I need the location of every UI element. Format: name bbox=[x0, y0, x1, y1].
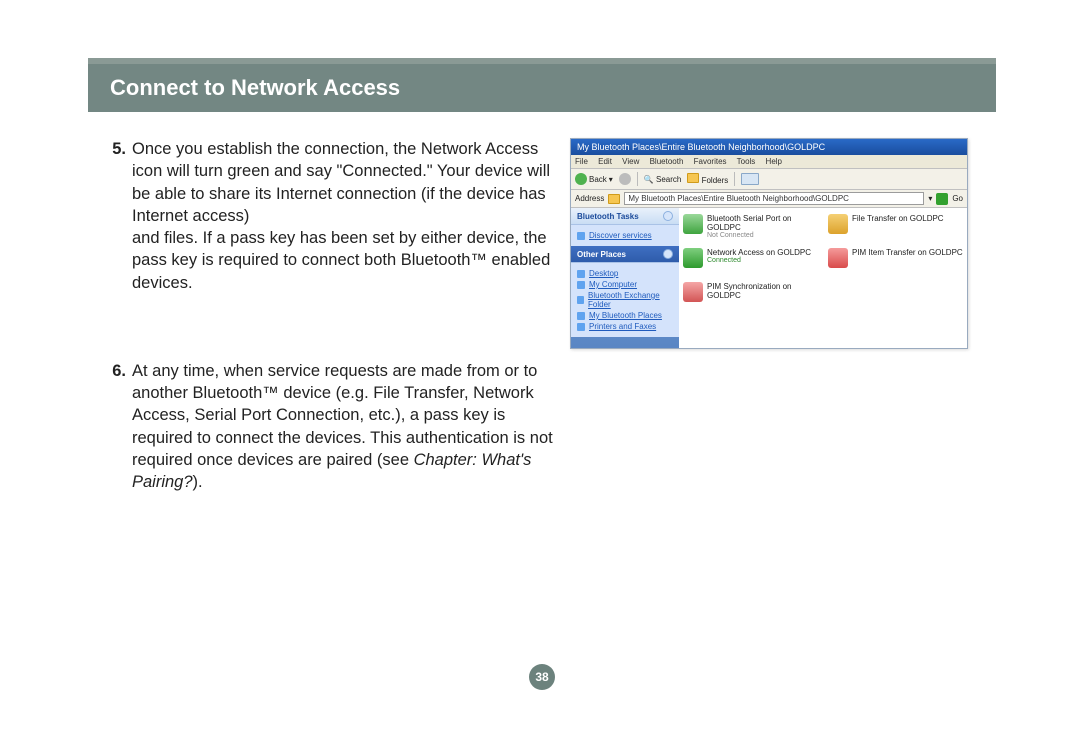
menu-edit[interactable]: Edit bbox=[598, 157, 612, 166]
pim-item-icon bbox=[828, 248, 848, 268]
content-area: 5. Once you establish the connection, th… bbox=[88, 112, 996, 559]
side-panel: Bluetooth Tasks Discover services Other … bbox=[571, 208, 679, 348]
go-button[interactable] bbox=[936, 193, 948, 205]
folder-icon bbox=[687, 173, 699, 183]
collapse-icon[interactable] bbox=[663, 249, 673, 259]
serial-port-icon bbox=[683, 214, 703, 234]
menu-bluetooth[interactable]: Bluetooth bbox=[650, 157, 684, 166]
file-status: Connected bbox=[707, 257, 811, 264]
address-bar: Address My Bluetooth Places\Entire Bluet… bbox=[571, 190, 967, 208]
toolbar-separator bbox=[637, 172, 638, 186]
place-label: Desktop bbox=[589, 269, 618, 278]
page-number: 38 bbox=[535, 670, 548, 684]
file-pim-item-transfer[interactable]: PIM Item Transfer on GOLDPC bbox=[828, 248, 963, 280]
search-label: Search bbox=[656, 175, 681, 184]
back-dropdown[interactable]: ▾ bbox=[609, 175, 613, 184]
place-label: My Computer bbox=[589, 280, 637, 289]
place-bt-places[interactable]: My Bluetooth Places bbox=[577, 311, 673, 320]
place-icon bbox=[577, 296, 584, 304]
forward-button[interactable] bbox=[619, 173, 631, 185]
figure-column: My Bluetooth Places\Entire Bluetooth Nei… bbox=[558, 138, 996, 559]
file-pim-sync[interactable]: PIM Synchronization on GOLDPC bbox=[683, 282, 818, 314]
window-titlebar: My Bluetooth Places\Entire Bluetooth Nei… bbox=[571, 139, 967, 155]
manual-page: Connect to Network Access 5. Once you es… bbox=[88, 58, 996, 698]
file-pane: Bluetooth Serial Port on GOLDPCNot Conne… bbox=[679, 208, 967, 348]
views-button[interactable] bbox=[741, 173, 759, 185]
folders-button[interactable]: Folders bbox=[687, 173, 728, 185]
file-transfer-icon bbox=[828, 214, 848, 234]
menu-favorites[interactable]: Favorites bbox=[694, 157, 727, 166]
window-title-text: My Bluetooth Places\Entire Bluetooth Nei… bbox=[577, 142, 825, 152]
other-places-title: Other Places bbox=[577, 250, 626, 259]
task-discover-services[interactable]: Discover services bbox=[577, 231, 673, 240]
place-icon bbox=[577, 270, 585, 278]
go-label: Go bbox=[952, 194, 963, 203]
toolbar-separator bbox=[734, 172, 735, 186]
file-name: File Transfer on GOLDPC bbox=[852, 214, 944, 223]
place-printers[interactable]: Printers and Faxes bbox=[577, 322, 673, 331]
menu-view[interactable]: View bbox=[622, 157, 639, 166]
address-icon bbox=[608, 194, 620, 204]
search-button[interactable]: 🔍 Search bbox=[644, 175, 682, 184]
step-number: 6. bbox=[106, 360, 132, 494]
folders-label: Folders bbox=[702, 176, 729, 185]
file-file-transfer[interactable]: File Transfer on GOLDPC bbox=[828, 214, 963, 246]
step-6: 6. At any time, when service requests ar… bbox=[106, 360, 558, 494]
file-name: PIM Synchronization on GOLDPC bbox=[707, 282, 818, 300]
window-body: Bluetooth Tasks Discover services Other … bbox=[571, 208, 967, 348]
file-name: PIM Item Transfer on GOLDPC bbox=[852, 248, 963, 257]
address-dropdown[interactable]: ▾ bbox=[928, 194, 932, 203]
explorer-window: My Bluetooth Places\Entire Bluetooth Nei… bbox=[570, 138, 968, 349]
file-network-access[interactable]: Network Access on GOLDPCConnected bbox=[683, 248, 818, 280]
window-menubar: File Edit View Bluetooth Favorites Tools… bbox=[571, 155, 967, 169]
address-label: Address bbox=[575, 194, 604, 203]
back-icon bbox=[575, 173, 587, 185]
file-serial-port[interactable]: Bluetooth Serial Port on GOLDPCNot Conne… bbox=[683, 214, 818, 246]
address-input[interactable]: My Bluetooth Places\Entire Bluetooth Nei… bbox=[624, 192, 924, 205]
file-name: Bluetooth Serial Port on GOLDPC bbox=[707, 214, 818, 232]
place-my-computer[interactable]: My Computer bbox=[577, 280, 673, 289]
step-5-text-a: Once you establish the connection, the N… bbox=[132, 140, 550, 225]
menu-tools[interactable]: Tools bbox=[737, 157, 756, 166]
step-6-text-b: ). bbox=[193, 473, 203, 491]
instruction-column: 5. Once you establish the connection, th… bbox=[88, 138, 558, 559]
step-5: 5. Once you establish the connection, th… bbox=[106, 138, 558, 294]
menu-help[interactable]: Help bbox=[766, 157, 782, 166]
bluetooth-tasks-title: Bluetooth Tasks bbox=[577, 212, 639, 221]
bluetooth-tasks-header[interactable]: Bluetooth Tasks bbox=[571, 208, 679, 225]
network-access-icon bbox=[683, 248, 703, 268]
collapse-icon[interactable] bbox=[663, 211, 673, 221]
place-icon bbox=[577, 312, 585, 320]
place-label: My Bluetooth Places bbox=[589, 311, 662, 320]
step-number: 5. bbox=[106, 138, 132, 294]
place-icon bbox=[577, 323, 585, 331]
section-title: Connect to Network Access bbox=[110, 75, 400, 101]
menu-file[interactable]: File bbox=[575, 157, 588, 166]
task-label: Discover services bbox=[589, 231, 652, 240]
place-bt-exchange[interactable]: Bluetooth Exchange Folder bbox=[577, 291, 673, 309]
step-5-text-b: and files. If a pass key has been set by… bbox=[132, 229, 550, 292]
back-button[interactable]: Back ▾ bbox=[575, 173, 613, 185]
window-toolbar: Back ▾ 🔍 Search Folders bbox=[571, 169, 967, 190]
page-number-badge: 38 bbox=[529, 664, 555, 690]
file-status: Not Connected bbox=[707, 232, 818, 239]
section-title-bar: Connect to Network Access bbox=[88, 64, 996, 112]
file-name: Network Access on GOLDPC bbox=[707, 248, 811, 257]
bluetooth-tasks-body: Discover services bbox=[571, 225, 679, 246]
back-label: Back bbox=[589, 175, 607, 184]
place-label: Bluetooth Exchange Folder bbox=[588, 291, 673, 309]
other-places-header[interactable]: Other Places bbox=[571, 246, 679, 263]
place-label: Printers and Faxes bbox=[589, 322, 656, 331]
other-places-body: Desktop My Computer Bluetooth Exchange F… bbox=[571, 263, 679, 337]
pim-sync-icon bbox=[683, 282, 703, 302]
task-icon bbox=[577, 232, 585, 240]
step-text: At any time, when service requests are m… bbox=[132, 360, 558, 494]
place-desktop[interactable]: Desktop bbox=[577, 269, 673, 278]
step-text: Once you establish the connection, the N… bbox=[132, 138, 558, 294]
place-icon bbox=[577, 281, 585, 289]
